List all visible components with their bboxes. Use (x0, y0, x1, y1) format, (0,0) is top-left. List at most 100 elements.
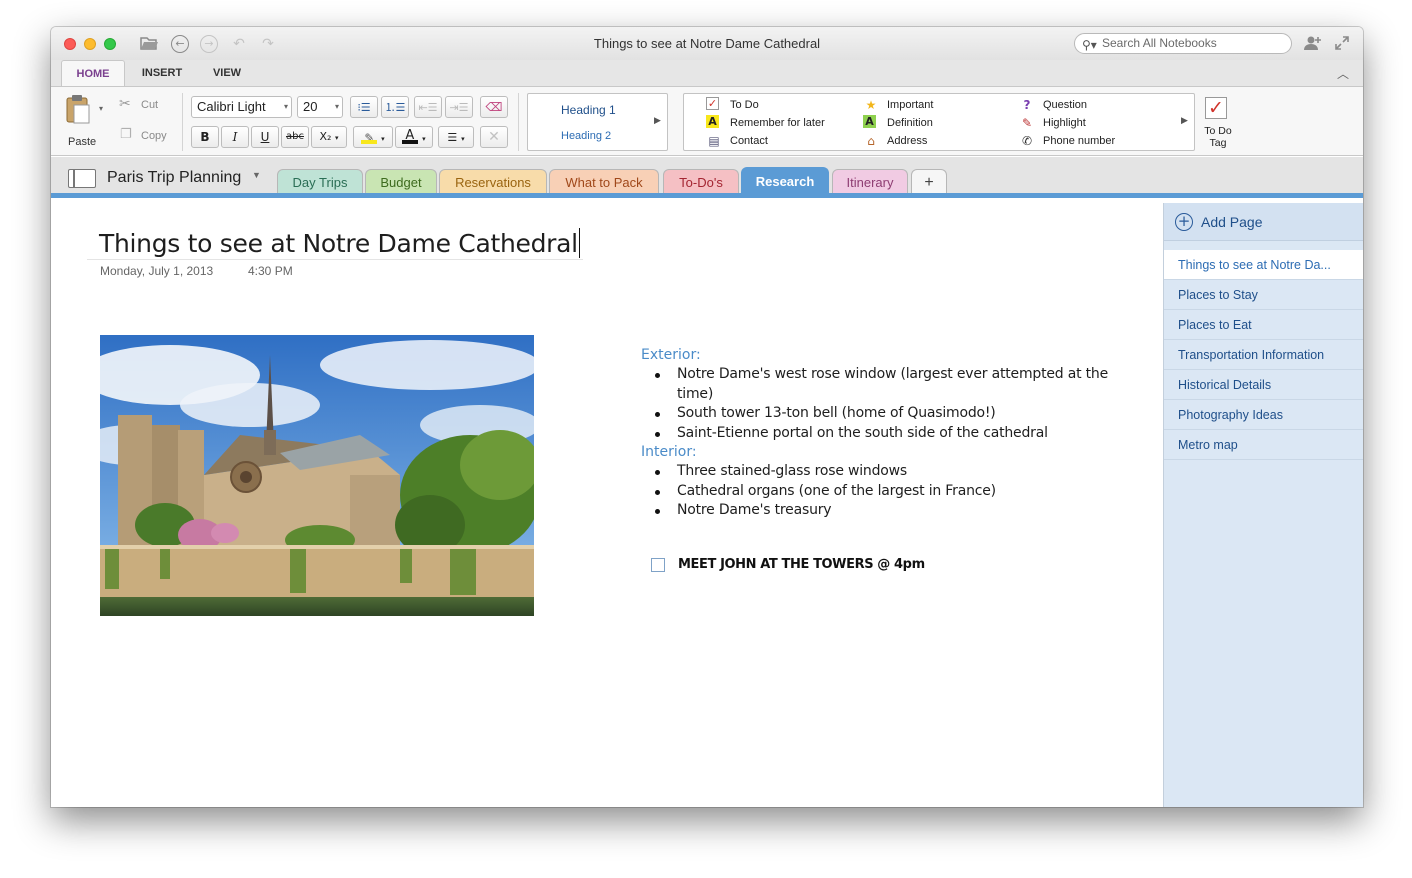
todo-checkbox[interactable] (651, 558, 665, 572)
search-notebooks-input[interactable]: ⚲▾ Search All Notebooks (1074, 33, 1292, 54)
copy-button[interactable]: ❐ Copy (119, 127, 173, 146)
contact-card-icon: ▤ (708, 134, 720, 148)
section-tab-what-to-pack[interactable]: What to Pack (549, 169, 659, 195)
font-family-select[interactable]: Calibri Light ▾ (191, 96, 292, 118)
exterior-list: Notre Dame's west rose window (largest e… (641, 365, 1111, 443)
todo-tag-label: To Do Tag (1204, 125, 1232, 149)
style-heading-2[interactable]: Heading 2 (561, 130, 611, 142)
page-title[interactable]: Things to see at Notre Dame Cathedral (99, 228, 581, 258)
page-canvas[interactable]: Things to see at Notre Dame Cathedral Mo… (51, 203, 1163, 807)
page-list-item[interactable]: Things to see at Notre Da... (1164, 250, 1363, 280)
text-cursor (578, 228, 581, 258)
decrease-indent-button[interactable]: ⇤☰ (414, 96, 442, 118)
tag-important[interactable]: ★ Important (863, 97, 934, 113)
copy-icon: ❐ (120, 127, 132, 142)
tab-home[interactable]: HOME (61, 60, 125, 86)
section-tab-budget[interactable]: Budget (365, 169, 437, 195)
chevron-down-icon: ▾ (283, 102, 288, 111)
tag-highlight[interactable]: ✎ Highlight (1019, 115, 1086, 131)
share-user-icon[interactable] (1304, 35, 1322, 53)
title-bar: ← → ↶ ↷ Things to see at Notre Dame Cath… (51, 27, 1363, 60)
tag-address[interactable]: ⌂ Address (863, 133, 927, 149)
tab-view[interactable]: VIEW (197, 60, 257, 86)
section-tab-day-trips[interactable]: Day Trips (277, 169, 363, 195)
notebook-name[interactable]: Paris Trip Planning (107, 169, 241, 187)
bullets-button[interactable]: ⁝☰ (350, 96, 378, 118)
page-list-item[interactable]: Photography Ideas (1164, 400, 1363, 430)
delete-x-icon: ✕ (488, 129, 500, 145)
font-color-button[interactable]: A ▾ (395, 126, 433, 148)
align-left-icon: ☰ (447, 131, 458, 144)
fullscreen-icon[interactable] (1333, 35, 1351, 53)
section-tab-reservations[interactable]: Reservations (439, 169, 547, 195)
strikethrough-button[interactable]: abc (281, 126, 309, 148)
tag-remember-for-later[interactable]: A Remember for later (706, 115, 825, 131)
tag-question[interactable]: ? Question (1019, 97, 1088, 113)
tag-todo[interactable]: ✓ To Do (706, 97, 759, 113)
page-list-item[interactable]: Transportation Information (1164, 340, 1363, 370)
bullet-list-icon: ⁝☰ (357, 101, 371, 114)
search-icon: ⚲▾ (1082, 38, 1097, 52)
subscript-label: X₂ (319, 130, 332, 143)
list-item: Three stained-glass rose windows (655, 462, 1111, 482)
delete-button[interactable]: ✕ (480, 126, 508, 148)
alignment-button[interactable]: ☰ ▾ (438, 126, 474, 148)
ribbon-divider (518, 93, 519, 151)
list-item: Notre Dame's west rose window (largest e… (655, 365, 1111, 404)
add-page-button[interactable]: + Add Page (1164, 203, 1363, 241)
italic-button[interactable]: I (221, 126, 249, 148)
tag-definition[interactable]: A Definition (863, 115, 933, 131)
notebook-icon[interactable] (68, 169, 96, 188)
phone-icon: ✆ (1021, 134, 1033, 148)
tags-gallery: ✓ To Do A Remember for later ▤ Contact ★ Imp… (683, 93, 1195, 151)
tag-contact[interactable]: ▤ Contact (706, 133, 768, 149)
page-list-item[interactable]: Places to Eat (1164, 310, 1363, 340)
font-size-select[interactable]: 20 ▾ (297, 96, 343, 118)
subscript-button[interactable]: X₂ ▾ (311, 126, 347, 148)
collapse-ribbon-icon[interactable]: ︿ (1337, 65, 1349, 82)
todo-tag-button[interactable]: ✓ To Do Tag (1199, 91, 1237, 153)
page-list-pane: + Add Page Things to see at Notre Da... … (1163, 203, 1363, 807)
add-page-label: Add Page (1201, 214, 1263, 230)
styles-more-arrow-icon[interactable]: ▶ (654, 115, 661, 126)
page-time: 4:30 PM (248, 264, 293, 278)
bold-button[interactable]: B (191, 126, 219, 148)
list-item: Notre Dame's treasury (655, 501, 1111, 521)
add-section-button[interactable]: + (911, 169, 947, 195)
note-outline[interactable]: Exterior: Notre Dame's west rose window … (641, 346, 1111, 521)
tag-label: Remember for later (730, 117, 825, 129)
paste-options-caret[interactable]: ▾ (99, 104, 103, 113)
numbered-list-icon: ⒈☰ (384, 101, 406, 114)
paste-icon (66, 95, 90, 124)
tag-label: Address (887, 135, 928, 147)
page-list-item[interactable]: Historical Details (1164, 370, 1363, 400)
ribbon-tab-bar: HOME INSERT VIEW ︿ (51, 60, 1363, 86)
paste-button[interactable]: ▾ Paste (61, 92, 105, 152)
star-icon: ★ (865, 98, 877, 112)
tag-label: Phone number (1043, 135, 1116, 147)
tag-label: Highlight (1043, 117, 1086, 129)
tags-more-arrow-icon[interactable]: ▶ (1181, 115, 1188, 126)
numbering-button[interactable]: ⒈☰ (381, 96, 409, 118)
tab-insert[interactable]: INSERT (131, 60, 193, 86)
page-title-text: Things to see at Notre Dame Cathedral (99, 229, 578, 258)
clear-formatting-button[interactable]: ⌫ (480, 96, 508, 118)
style-heading-1[interactable]: Heading 1 (561, 103, 616, 117)
tag-label: Important (887, 99, 934, 111)
tag-phone-number[interactable]: ✆ Phone number (1019, 133, 1115, 149)
outdent-icon: ⇤☰ (418, 101, 438, 114)
highlight-color-button[interactable]: ✎ ▾ (353, 126, 393, 148)
todo-text: MEET JOHN AT THE TOWERS @ 4pm (678, 557, 925, 572)
section-tab-itinerary[interactable]: Itinerary (832, 169, 908, 195)
cut-button[interactable]: ✂ Cut (119, 96, 169, 115)
underline-button[interactable]: U (251, 126, 279, 148)
increase-indent-button[interactable]: ⇥☰ (445, 96, 473, 118)
page-list-item[interactable]: Places to Stay (1164, 280, 1363, 310)
page-list-item[interactable]: Metro map (1164, 430, 1363, 460)
onenote-window: ← → ↶ ↷ Things to see at Notre Dame Cath… (51, 27, 1363, 807)
chevron-down-icon[interactable]: ▼ (252, 170, 261, 180)
tag-label: Contact (730, 135, 768, 147)
tag-label: Question (1043, 99, 1088, 111)
notre-dame-photo[interactable] (100, 335, 534, 616)
section-tab-to-dos[interactable]: To-Do's (663, 169, 739, 195)
